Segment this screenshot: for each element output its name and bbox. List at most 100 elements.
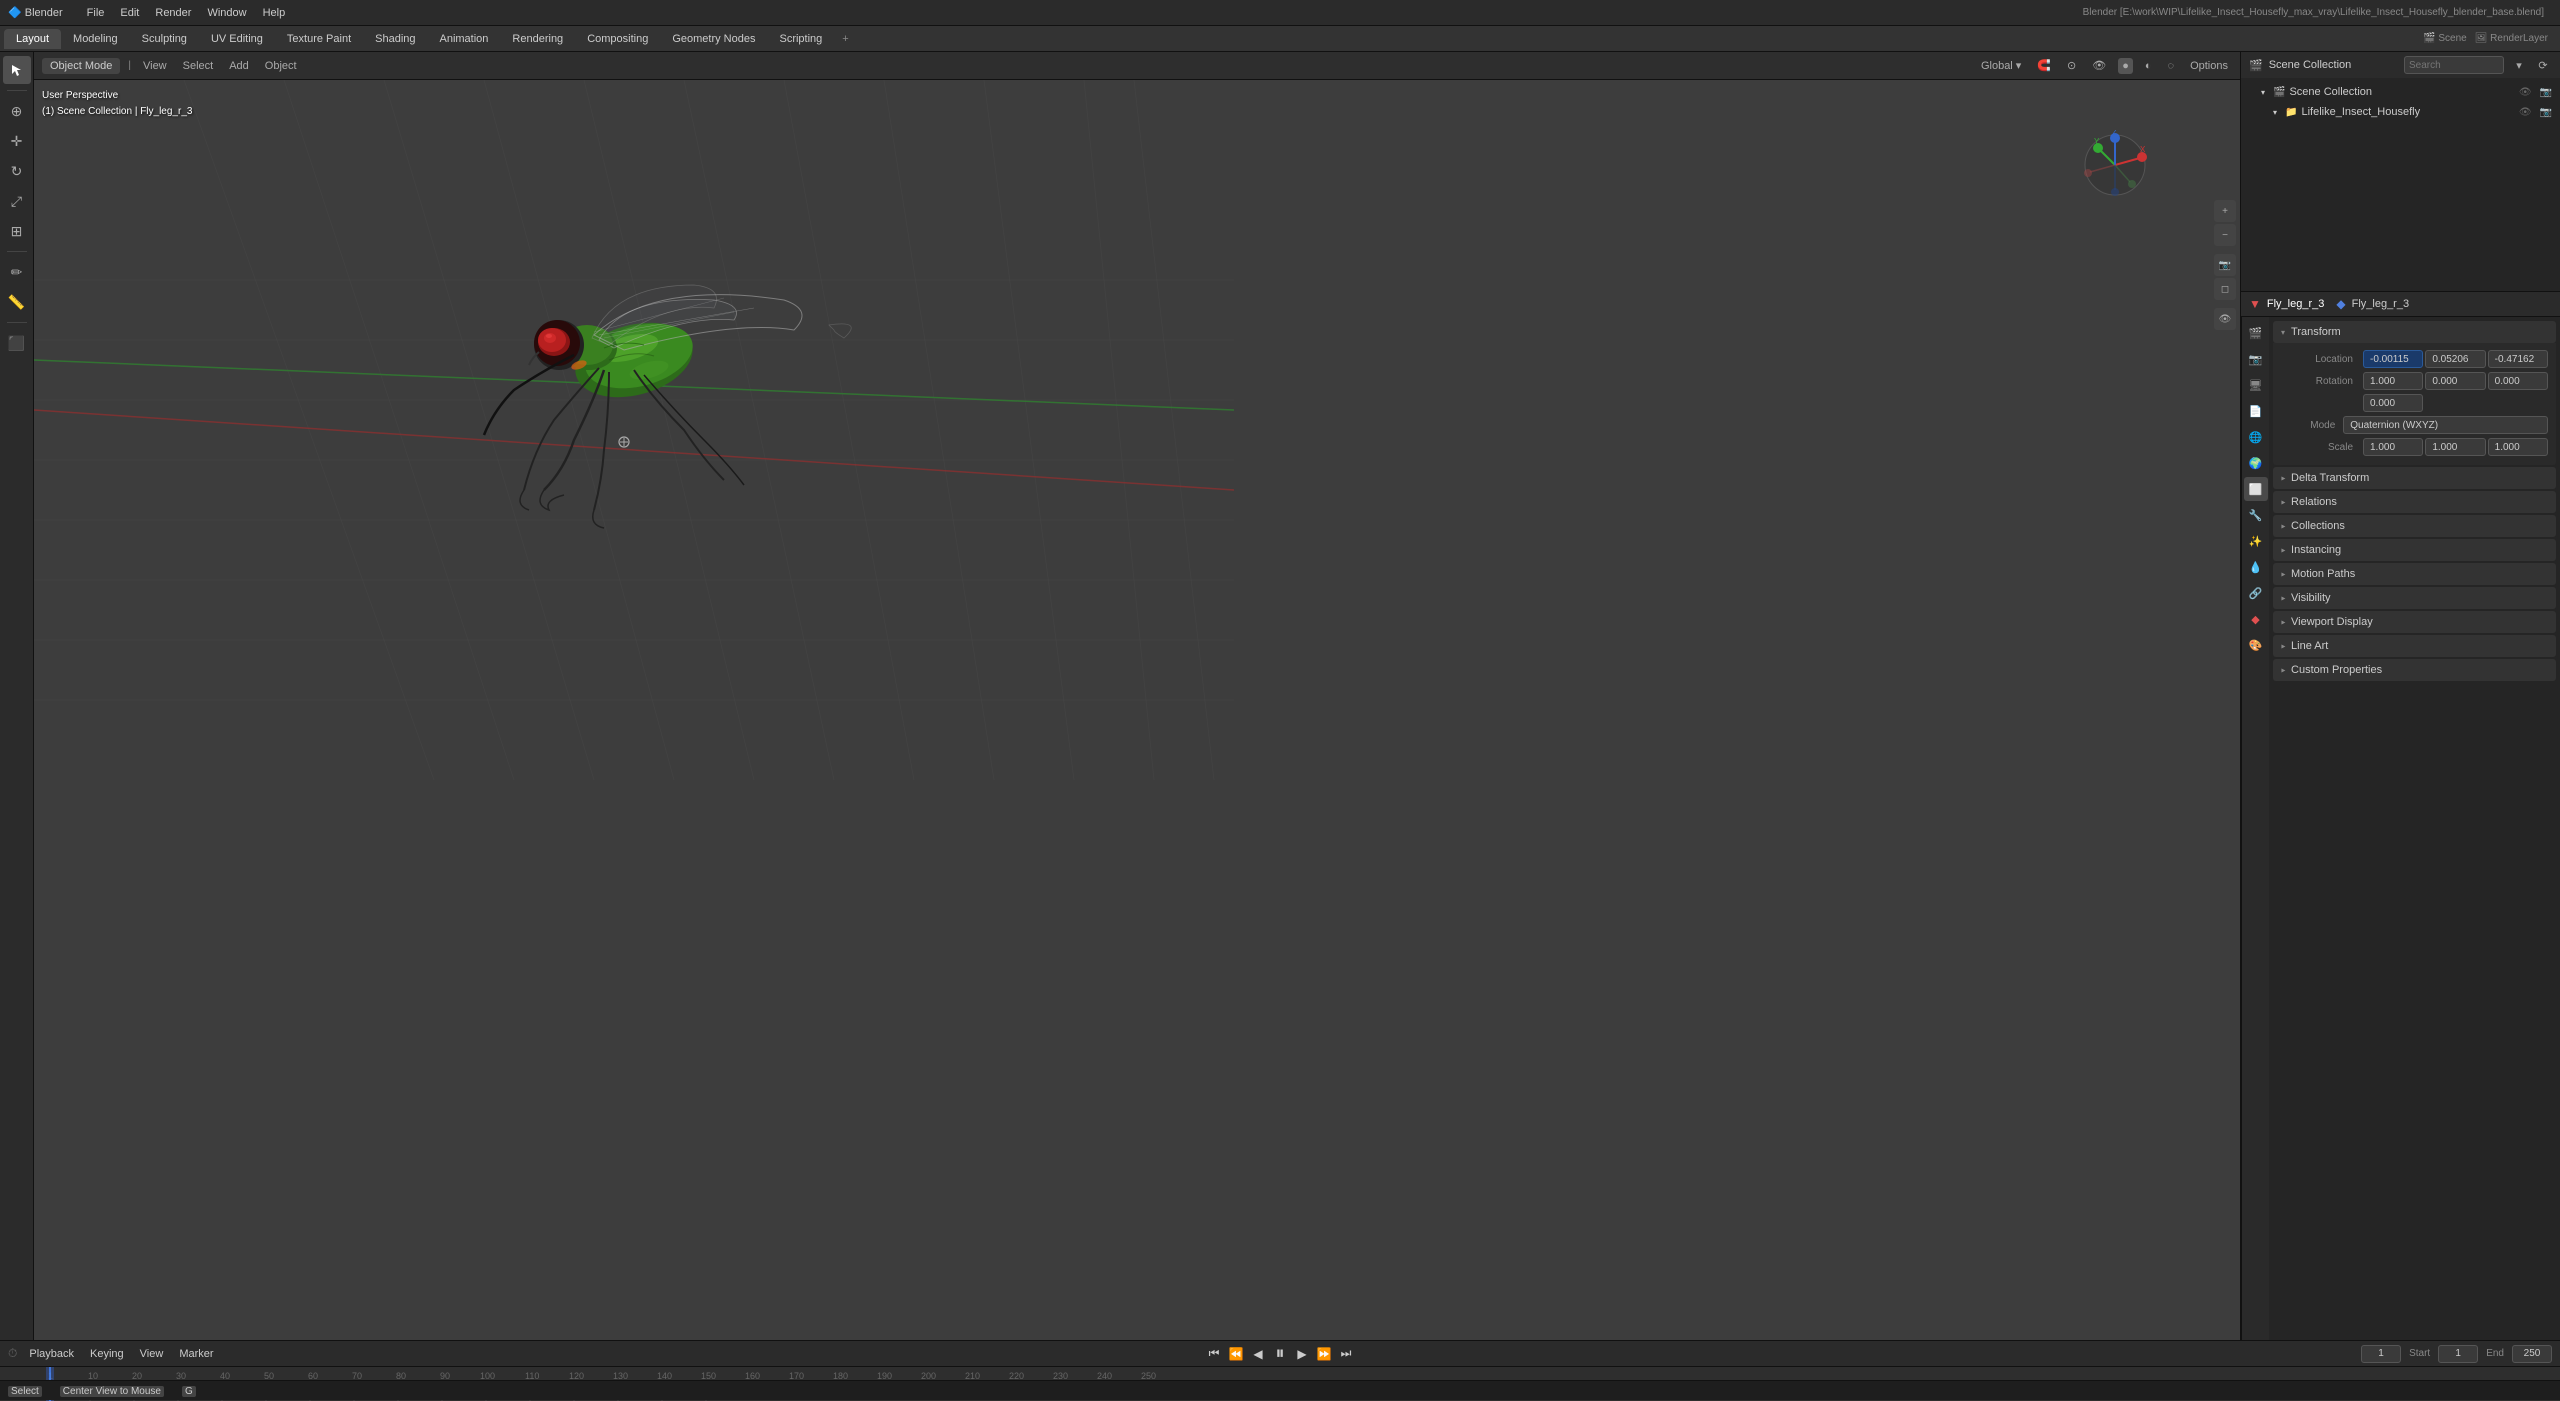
viewport-shading-rendered[interactable]: ◌ xyxy=(2164,58,2179,74)
scene-collection-visibility-render[interactable]: 📷 xyxy=(2540,87,2552,98)
props-tab-scene2[interactable]: 🌐 xyxy=(2244,425,2268,449)
delta-transform-header[interactable]: ▾ Delta Transform xyxy=(2273,467,2556,489)
custom-properties-header[interactable]: ▾ Custom Properties xyxy=(2273,659,2556,681)
measure-tool-btn[interactable]: 📏 xyxy=(3,288,31,316)
props-tab-modifier[interactable]: 🔧 xyxy=(2244,503,2268,527)
transform-tool-btn[interactable]: ⊞ xyxy=(3,217,31,245)
tab-compositing[interactable]: Compositing xyxy=(575,29,660,49)
viewport-3d[interactable]: Object Mode | View Select Add Object Glo… xyxy=(34,52,2240,1340)
tab-rendering[interactable]: Rendering xyxy=(500,29,575,49)
tab-shading[interactable]: Shading xyxy=(363,29,427,49)
tl-keying-menu[interactable]: Keying xyxy=(86,1346,128,1362)
zoom-out-btn[interactable]: − xyxy=(2214,224,2236,246)
add-workspace-btn[interactable]: + xyxy=(834,29,856,49)
tab-modeling[interactable]: Modeling xyxy=(61,29,130,49)
collections-header[interactable]: ▾ Collections xyxy=(2273,515,2556,537)
menu-render[interactable]: Render xyxy=(147,5,199,21)
tl-view-menu[interactable]: View xyxy=(136,1346,168,1362)
instancing-header[interactable]: ▾ Instancing xyxy=(2273,539,2556,561)
tl-play-reverse-btn[interactable]: ◀ xyxy=(1249,1345,1267,1363)
viewport-options-btn[interactable]: Options xyxy=(2186,58,2232,74)
props-tab-particles[interactable]: ✨ xyxy=(2244,529,2268,553)
viewport-display-header[interactable]: ▾ Viewport Display xyxy=(2273,611,2556,633)
rotation-w-field[interactable]: 1.000 xyxy=(2363,372,2423,390)
viewport-view-menu[interactable]: View xyxy=(139,58,171,74)
location-x-field[interactable]: -0.00115 xyxy=(2363,350,2423,368)
select-tool-btn[interactable] xyxy=(3,56,31,84)
props-tab-render[interactable]: 📷 xyxy=(2244,347,2268,371)
tab-layout[interactable]: Layout xyxy=(4,29,61,49)
transform-section-header[interactable]: ▾ Transform xyxy=(2273,321,2556,343)
relations-header[interactable]: ▾ Relations xyxy=(2273,491,2556,513)
props-tab-view-layer[interactable]: 📄 xyxy=(2244,399,2268,423)
housefly-visibility-eye[interactable]: 👁 xyxy=(2519,107,2532,118)
scale-y-field[interactable]: 1.000 xyxy=(2425,438,2485,456)
rotation-x-field[interactable]: 0.000 xyxy=(2425,372,2485,390)
rotation-mode-select[interactable]: Quaternion (WXYZ) xyxy=(2343,416,2548,434)
viewport-add-menu[interactable]: Add xyxy=(225,58,253,74)
scale-x-field[interactable]: 1.000 xyxy=(2363,438,2423,456)
outliner-item-housefly-collection[interactable]: ▾ 📁 Lifelike_Insect_Housefly 👁 📷 xyxy=(2241,102,2560,122)
viewport-shading-material[interactable]: ◐ xyxy=(2141,58,2156,74)
scale-z-field[interactable]: 1.000 xyxy=(2488,438,2548,456)
props-tab-world[interactable]: 🌍 xyxy=(2244,451,2268,475)
viewport-shading-solid[interactable]: ● xyxy=(2118,58,2133,74)
viewport-canvas[interactable]: X Y Z xyxy=(34,80,2240,1340)
menu-help[interactable]: Help xyxy=(255,5,294,21)
tl-end-frame-input[interactable] xyxy=(2512,1345,2552,1363)
snap-magnet-icon[interactable]: 🧲 xyxy=(2033,57,2055,74)
tab-scripting[interactable]: Scripting xyxy=(767,29,834,49)
outliner-search-input[interactable] xyxy=(2404,56,2504,74)
tab-geometry-nodes[interactable]: Geometry Nodes xyxy=(660,29,767,49)
nav-gizmo[interactable]: X Y Z xyxy=(2080,130,2150,200)
visibility-header[interactable]: ▾ Visibility xyxy=(2273,587,2556,609)
tl-current-frame-input[interactable] xyxy=(2361,1345,2401,1363)
housefly-visibility-render[interactable]: 📷 xyxy=(2540,107,2552,118)
props-tab-constraints[interactable]: 🔗 xyxy=(2244,581,2268,605)
rotation-z-field[interactable]: 0.000 xyxy=(2363,394,2423,412)
props-tab-scene[interactable]: 🎬 xyxy=(2244,321,2268,345)
tl-jump-start-btn[interactable]: ⏮ xyxy=(1205,1345,1223,1363)
props-tab-object-data[interactable]: ◆ xyxy=(2244,607,2268,631)
location-z-field[interactable]: -0.47162 xyxy=(2488,350,2548,368)
tl-prev-keyframe-btn[interactable]: ⏪ xyxy=(1227,1345,1245,1363)
menu-window[interactable]: Window xyxy=(199,5,254,21)
scale-tool-btn[interactable]: ⤢ xyxy=(3,187,31,215)
tab-texture-paint[interactable]: Texture Paint xyxy=(275,29,363,49)
tab-uv-editing[interactable]: UV Editing xyxy=(199,29,275,49)
proportional-edit-icon[interactable]: ⊙ xyxy=(2063,57,2080,74)
rotate-tool-btn[interactable]: ↻ xyxy=(3,157,31,185)
viewport-object-menu[interactable]: Object xyxy=(261,58,301,74)
props-tab-object[interactable]: ⬜ xyxy=(2244,477,2268,501)
tl-pause-btn[interactable]: ⏸ xyxy=(1271,1345,1289,1363)
toggle-camera-view-btn[interactable]: 📷 xyxy=(2214,254,2236,276)
tl-playback-menu[interactable]: Playback xyxy=(25,1346,78,1362)
props-tab-physics[interactable]: 💧 xyxy=(2244,555,2268,579)
cursor-tool-btn[interactable]: ⊕ xyxy=(3,97,31,125)
tl-next-keyframe-btn[interactable]: ⏩ xyxy=(1315,1345,1333,1363)
tl-play-btn[interactable]: ▶ xyxy=(1293,1345,1311,1363)
tl-jump-end-btn[interactable]: ⏭ xyxy=(1337,1345,1355,1363)
object-mode-dropdown[interactable]: Object Mode xyxy=(42,58,120,74)
viewport-overlays-btn[interactable]: 👁 xyxy=(2088,57,2110,74)
toggle-perspective-btn[interactable]: ◻ xyxy=(2214,278,2236,300)
tab-sculpting[interactable]: Sculpting xyxy=(130,29,199,49)
menu-file[interactable]: File xyxy=(79,5,113,21)
location-y-field[interactable]: 0.05206 xyxy=(2425,350,2485,368)
zoom-in-btn[interactable]: + xyxy=(2214,200,2236,222)
line-art-header[interactable]: ▾ Line Art xyxy=(2273,635,2556,657)
add-cube-btn[interactable]: ⬛ xyxy=(3,329,31,357)
props-tab-material[interactable]: 🎨 xyxy=(2244,633,2268,657)
annotate-tool-btn[interactable]: ✏ xyxy=(3,258,31,286)
tab-animation[interactable]: Animation xyxy=(428,29,501,49)
motion-paths-header[interactable]: ▾ Motion Paths xyxy=(2273,563,2556,585)
outliner-sync-btn[interactable]: ⟳ xyxy=(2534,56,2552,74)
local-view-btn[interactable]: 👁 xyxy=(2214,308,2236,330)
rotation-y-field[interactable]: 0.000 xyxy=(2488,372,2548,390)
viewport-select-menu[interactable]: Select xyxy=(179,58,218,74)
outliner-filter-btn[interactable]: ▾ xyxy=(2510,56,2528,74)
menu-edit[interactable]: Edit xyxy=(112,5,147,21)
props-tab-output[interactable]: 🖥 xyxy=(2244,373,2268,397)
tl-marker-menu[interactable]: Marker xyxy=(175,1346,217,1362)
scene-collection-visibility-eye[interactable]: 👁 xyxy=(2519,87,2532,98)
